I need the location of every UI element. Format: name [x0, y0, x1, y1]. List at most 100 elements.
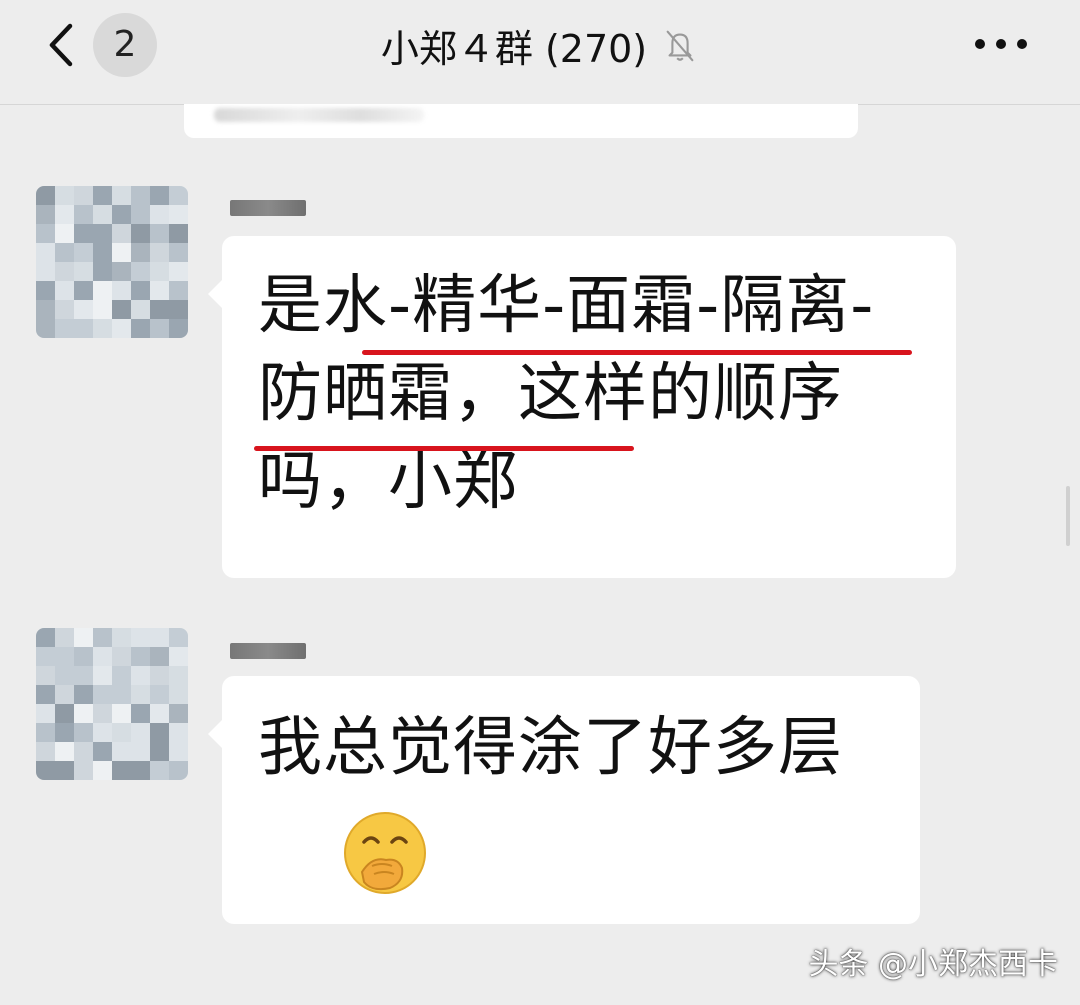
mosaic-tile: [131, 205, 150, 224]
mosaic-tile: [169, 666, 188, 685]
mosaic-tile: [150, 300, 169, 319]
mosaic-tile: [36, 647, 55, 666]
mosaic-tile: [74, 300, 93, 319]
mosaic-tile: [150, 742, 169, 761]
mosaic-tile: [36, 761, 55, 780]
chat-title: 小郑４群 (270): [380, 26, 648, 71]
mosaic-tile: [93, 319, 112, 338]
more-dots-icon: [975, 39, 1027, 49]
sender-name-redacted: [230, 200, 306, 216]
mosaic-tile: [131, 666, 150, 685]
mosaic-tile: [131, 281, 150, 300]
mosaic-tile: [93, 300, 112, 319]
mosaic-tile: [93, 742, 112, 761]
mosaic-tile: [169, 300, 188, 319]
mosaic-tile: [150, 224, 169, 243]
mosaic-tile: [36, 704, 55, 723]
avatar[interactable]: [36, 186, 188, 338]
mosaic-tile: [36, 685, 55, 704]
message-bubble[interactable]: 我总觉得涂了好多层: [208, 676, 920, 924]
mosaic-tile: [74, 647, 93, 666]
mosaic-tile: [36, 205, 55, 224]
mosaic-tile: [169, 205, 188, 224]
mosaic-tile: [150, 704, 169, 723]
mosaic-tile: [74, 281, 93, 300]
mosaic-tile: [55, 262, 74, 281]
pixelated-avatar-image: [36, 628, 188, 780]
mosaic-tile: [55, 742, 74, 761]
mosaic-tile: [55, 685, 74, 704]
mosaic-tile: [150, 319, 169, 338]
mosaic-tile: [55, 666, 74, 685]
mosaic-tile: [55, 723, 74, 742]
mosaic-tile: [112, 761, 131, 780]
mosaic-tile: [169, 319, 188, 338]
mosaic-tile: [169, 742, 188, 761]
mosaic-tile: [36, 224, 55, 243]
mosaic-tile: [93, 224, 112, 243]
mosaic-tile: [169, 262, 188, 281]
mosaic-tile: [55, 300, 74, 319]
mosaic-tile: [169, 628, 188, 647]
mosaic-tile: [74, 666, 93, 685]
mosaic-tile: [36, 186, 55, 205]
message-text: 是水-精华-面霜-隔离-防晒霜，这样的顺序吗，小郑: [258, 269, 875, 519]
mosaic-tile: [131, 704, 150, 723]
mosaic-tile: [55, 628, 74, 647]
mosaic-tile: [55, 319, 74, 338]
mosaic-tile: [93, 628, 112, 647]
bubble-tail: [208, 720, 222, 748]
mosaic-tile: [150, 243, 169, 262]
mosaic-tile: [93, 281, 112, 300]
mosaic-tile: [112, 723, 131, 742]
mosaic-tile: [150, 761, 169, 780]
mosaic-tile: [112, 224, 131, 243]
mosaic-tile: [74, 205, 93, 224]
unread-count-badge[interactable]: 2: [93, 13, 157, 77]
scroll-indicator[interactable]: [1066, 486, 1070, 546]
mosaic-tile: [55, 704, 74, 723]
mosaic-tile: [131, 647, 150, 666]
red-underline: [362, 350, 912, 355]
mosaic-tile: [131, 628, 150, 647]
mosaic-tile: [74, 685, 93, 704]
mosaic-tile: [55, 281, 74, 300]
mosaic-tile: [36, 723, 55, 742]
mosaic-tile: [55, 243, 74, 262]
mosaic-tile: [74, 704, 93, 723]
mosaic-tile: [131, 723, 150, 742]
mosaic-tile: [36, 666, 55, 685]
mosaic-tile: [131, 300, 150, 319]
mosaic-tile: [36, 281, 55, 300]
mosaic-tile: [169, 224, 188, 243]
mosaic-tile: [93, 761, 112, 780]
mosaic-tile: [55, 647, 74, 666]
mosaic-tile: [74, 319, 93, 338]
mosaic-tile: [36, 262, 55, 281]
more-button[interactable]: [968, 22, 1034, 66]
message-bubble[interactable]: 是水-精华-面霜-隔离-防晒霜，这样的顺序吗，小郑: [208, 236, 956, 578]
bubble-tail: [208, 280, 222, 308]
mosaic-tile: [112, 300, 131, 319]
mosaic-tile: [169, 243, 188, 262]
avatar[interactable]: [36, 628, 188, 780]
mosaic-tile: [112, 647, 131, 666]
blurred-content: [214, 108, 424, 122]
back-button[interactable]: [40, 20, 90, 70]
mosaic-tile: [112, 205, 131, 224]
mosaic-tile: [169, 186, 188, 205]
mosaic-tile: [150, 628, 169, 647]
mosaic-tile: [55, 205, 74, 224]
mosaic-tile: [74, 262, 93, 281]
mosaic-tile: [74, 243, 93, 262]
mosaic-tile: [131, 262, 150, 281]
mosaic-tile: [150, 186, 169, 205]
mosaic-tile: [169, 704, 188, 723]
mosaic-tile: [36, 628, 55, 647]
mosaic-tile: [74, 224, 93, 243]
red-underline: [254, 446, 634, 451]
message-text: 我总觉得涂了好多层: [258, 711, 843, 785]
chat-title-wrap: 小郑４群 (270): [300, 12, 780, 78]
mosaic-tile: [112, 628, 131, 647]
mosaic-tile: [74, 761, 93, 780]
